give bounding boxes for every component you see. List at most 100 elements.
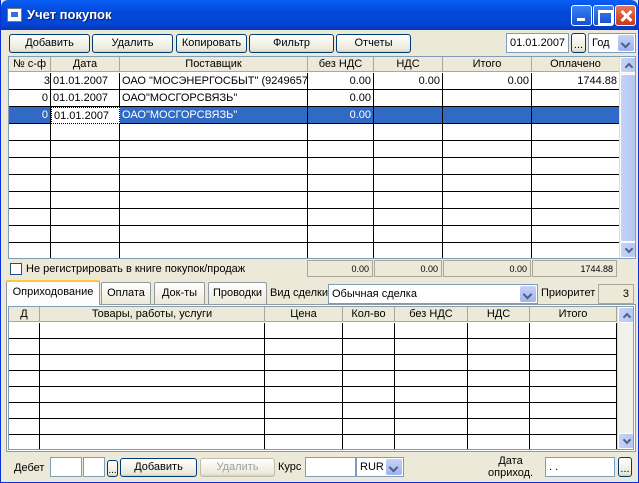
col-date[interactable]: Дата [51,57,120,72]
cell-paid[interactable]: 1744.88 [532,73,620,90]
table-cell[interactable] [530,403,617,419]
cell-paid[interactable] [532,90,620,107]
cell-without-vat[interactable] [308,226,374,243]
cell-without-vat[interactable]: 0.00 [308,73,374,90]
cell-date[interactable]: 01.01.2007 [51,107,120,124]
table-row[interactable] [9,175,620,192]
debit-field-1[interactable] [50,457,82,477]
cell-invoice-number[interactable] [9,141,51,158]
minimize-button[interactable] [571,5,592,26]
table-row[interactable]: 0 01.01.2007 ОАО"МОСГОРСВЯЗЬ" 0.00 [9,90,620,107]
table-cell[interactable] [468,371,530,387]
cell-supplier[interactable] [120,158,308,175]
table-cell[interactable] [343,371,395,387]
cell-vat[interactable] [374,158,443,175]
table-cell[interactable] [530,435,617,449]
table-cell[interactable] [40,323,265,339]
scroll-track[interactable] [618,324,633,432]
cell-invoice-number[interactable] [9,226,51,243]
table-cell[interactable] [343,419,395,435]
table-row[interactable] [9,243,620,258]
table-cell[interactable] [343,323,395,339]
cell-without-vat[interactable]: 0.00 [308,90,374,107]
cell-paid[interactable] [532,141,620,158]
table-cell[interactable] [468,387,530,403]
filter-button[interactable]: Фильтр [249,34,334,53]
cell-without-vat[interactable] [308,209,374,226]
table-cell[interactable] [468,339,530,355]
table-cell[interactable] [343,387,395,403]
table-cell[interactable] [530,419,617,435]
col-item-vat[interactable]: НДС [468,307,530,322]
cell-without-vat[interactable] [308,192,374,209]
table-cell[interactable] [530,387,617,403]
col-vat[interactable]: НДС [374,57,443,72]
col-supplier[interactable]: Поставщик [120,57,308,72]
cell-paid[interactable] [532,192,620,209]
chevron-down-icon[interactable] [520,286,536,302]
table-cell[interactable] [265,355,343,371]
cell-date[interactable] [51,141,120,158]
cell-without-vat[interactable] [308,175,374,192]
date-field[interactable]: 01.01.2007 [506,33,569,53]
cell-date[interactable] [51,192,120,209]
table-cell[interactable] [343,355,395,371]
cell-total[interactable] [443,90,532,107]
cell-without-vat[interactable]: 0.00 [308,107,374,124]
cell-total[interactable] [443,158,532,175]
debit-browse-button[interactable]: ... [107,460,118,477]
cell-total[interactable] [443,192,532,209]
cell-date[interactable] [51,175,120,192]
items-scrollbar[interactable] [617,307,633,449]
cell-total[interactable] [443,226,532,243]
table-cell[interactable] [265,435,343,449]
cell-invoice-number[interactable] [9,192,51,209]
table-cell[interactable] [395,371,468,387]
table-cell[interactable] [530,355,617,371]
table-cell[interactable] [395,387,468,403]
table-cell[interactable] [9,403,40,419]
table-row[interactable] [9,209,620,226]
table-cell[interactable] [9,387,40,403]
close-button[interactable] [615,5,636,26]
table-cell[interactable] [468,323,530,339]
cell-vat[interactable]: 0.00 [374,73,443,90]
table-cell[interactable] [265,419,343,435]
col-paid[interactable]: Оплачено [532,57,620,72]
no-register-checkbox[interactable] [10,263,22,275]
copy-button[interactable]: Копировать [176,34,247,53]
chevron-down-icon[interactable] [386,459,402,475]
table-cell[interactable] [9,419,40,435]
table-cell[interactable] [395,355,468,371]
receipt-date-browse-button[interactable]: ... [618,457,632,477]
table-row[interactable] [9,387,617,403]
cell-total[interactable]: 0.00 [443,73,532,90]
cell-supplier[interactable] [120,209,308,226]
table-row[interactable] [9,435,617,449]
table-row[interactable] [9,323,617,339]
cell-date[interactable] [51,226,120,243]
date-browse-button[interactable]: ... [571,33,586,53]
cell-without-vat[interactable] [308,243,374,258]
cell-supplier[interactable] [120,226,308,243]
table-cell[interactable] [40,403,265,419]
table-row[interactable] [9,192,620,209]
cell-without-vat[interactable] [308,124,374,141]
cell-total[interactable] [443,124,532,141]
cell-total[interactable] [443,107,532,124]
table-cell[interactable] [265,323,343,339]
cell-paid[interactable] [532,107,620,124]
cell-total[interactable] [443,141,532,158]
cell-supplier[interactable]: ОАО "МОСЭНЕРГОСБЫТ" (92496572 [120,73,308,90]
item-delete-button[interactable]: Удалить [200,458,275,477]
reports-button[interactable]: Отчеты [336,34,411,53]
period-select[interactable]: Год [588,33,636,53]
cell-date[interactable] [51,124,120,141]
table-cell[interactable] [9,323,40,339]
table-cell[interactable] [40,435,265,449]
add-button[interactable]: Добавить [9,34,90,53]
table-row[interactable]: 3 01.01.2007 ОАО "МОСЭНЕРГОСБЫТ" (92496572… [9,73,620,90]
table-cell[interactable] [395,339,468,355]
tab-payment[interactable]: Оплата [101,282,151,304]
table-row[interactable] [9,403,617,419]
